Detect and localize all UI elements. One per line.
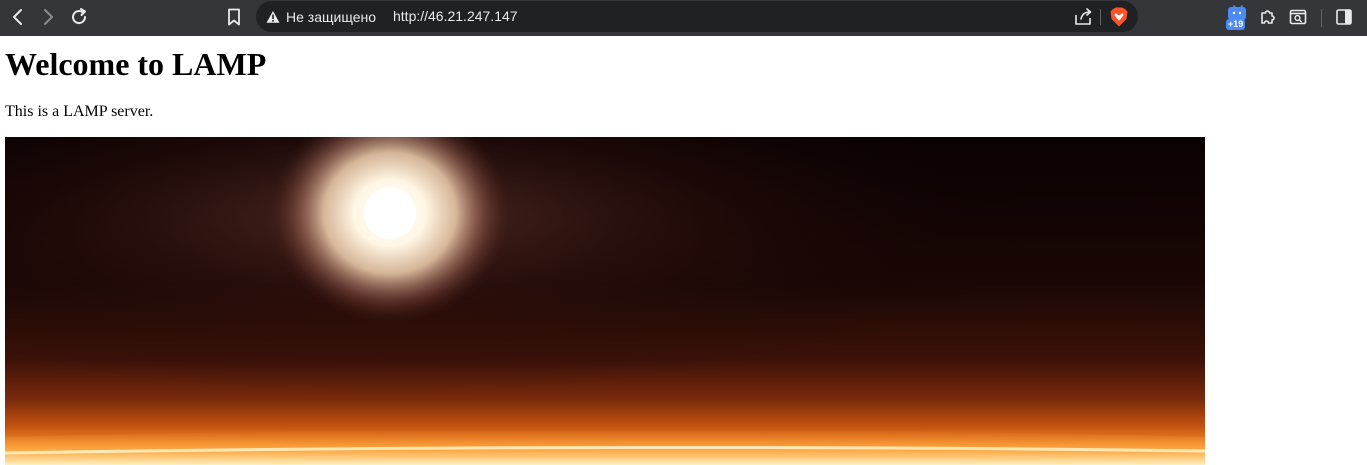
- sidebar-toggle-icon: [1336, 9, 1352, 25]
- forward-button[interactable]: [36, 5, 60, 29]
- search-tabs-button[interactable]: [1286, 5, 1310, 29]
- sidebar-toggle-button[interactable]: [1332, 5, 1356, 29]
- share-icon: [1075, 8, 1092, 25]
- security-indicator[interactable]: Не защищено: [266, 1, 376, 32]
- toolbar-divider: [1321, 9, 1322, 27]
- url-text[interactable]: http://46.21.247.147: [393, 1, 518, 32]
- reload-icon: [72, 8, 87, 25]
- sunrise-space-image: [5, 137, 1205, 465]
- page-content: Welcome to LAMP This is a LAMP server.: [0, 36, 1367, 465]
- search-tabs-icon: [1289, 9, 1307, 25]
- brave-shields-button[interactable]: [1108, 6, 1130, 28]
- browser-toolbar: Не защищено http://46.21.247.147 +19: [0, 0, 1367, 36]
- extensions-button[interactable]: [1256, 5, 1280, 29]
- bookmark-icon: [228, 8, 240, 26]
- back-button[interactable]: [6, 5, 30, 29]
- page-heading: Welcome to LAMP: [5, 46, 267, 82]
- page-paragraph: This is a LAMP server.: [5, 103, 154, 120]
- security-label: Не защищено: [286, 8, 376, 25]
- hero-image: [5, 137, 1205, 465]
- brave-shields-icon: [1110, 7, 1128, 27]
- forward-arrow-icon: [44, 9, 53, 25]
- reload-button[interactable]: [67, 5, 91, 29]
- extension-badge-count: +19: [1226, 19, 1246, 30]
- bookmark-button[interactable]: [222, 5, 246, 29]
- warning-triangle-icon: [266, 10, 280, 23]
- back-arrow-icon: [13, 9, 22, 25]
- address-bar[interactable]: Не защищено http://46.21.247.147: [256, 1, 1138, 32]
- extension-badge-button[interactable]: +19: [1226, 5, 1250, 31]
- share-button[interactable]: [1072, 6, 1094, 28]
- puzzle-icon: [1261, 10, 1275, 24]
- omnibox-divider: [1100, 9, 1101, 25]
